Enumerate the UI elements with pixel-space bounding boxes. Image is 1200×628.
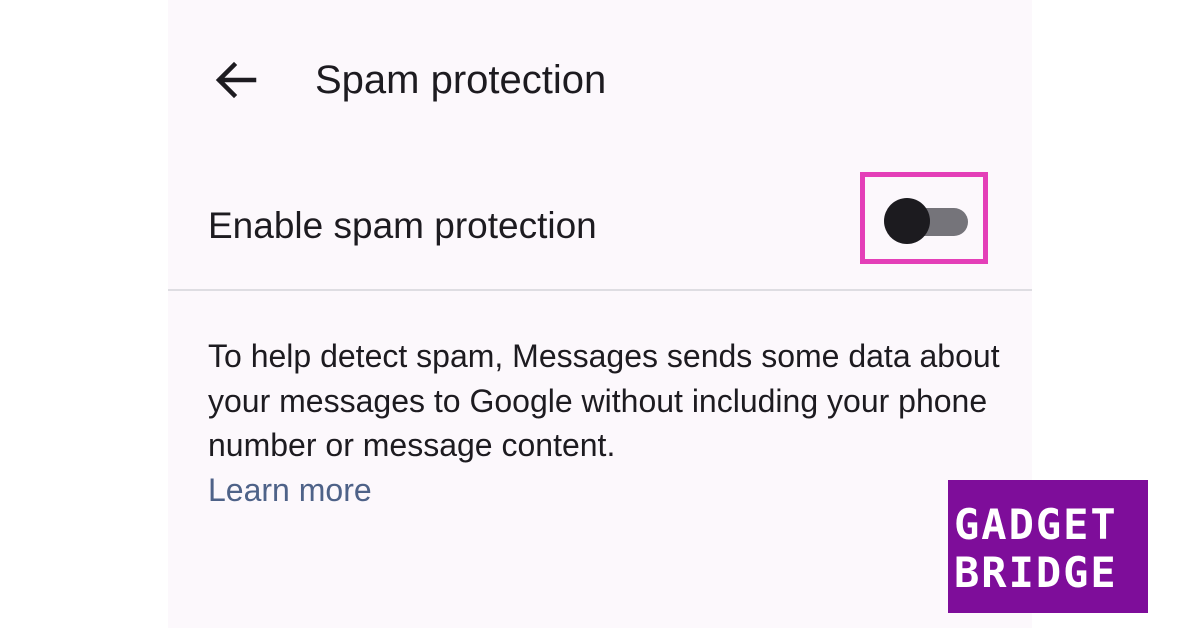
description-text: To help detect spam, Messages sends some…: [208, 338, 1000, 463]
description-block: To help detect spam, Messages sends some…: [208, 334, 1008, 512]
toggle-thumb: [884, 198, 930, 244]
gadget-bridge-logo: GADGET BRIDGE: [948, 480, 1148, 613]
arrow-left-icon: [215, 61, 257, 99]
setting-label: Enable spam protection: [208, 205, 597, 246]
back-button[interactable]: [206, 52, 270, 108]
top-app-bar: Spam protection: [168, 0, 1032, 160]
enable-spam-protection-row[interactable]: Enable spam protection: [168, 170, 1032, 288]
logo-line-2: BRIDGE: [954, 548, 1118, 597]
spam-protection-toggle[interactable]: [884, 198, 968, 244]
page-title: Spam protection: [315, 58, 607, 102]
divider: [168, 289, 1032, 291]
settings-screen: Spam protection Enable spam protection T…: [168, 0, 1032, 628]
learn-more-link[interactable]: Learn more: [208, 468, 372, 513]
logo-line-1: GADGET: [954, 500, 1118, 549]
